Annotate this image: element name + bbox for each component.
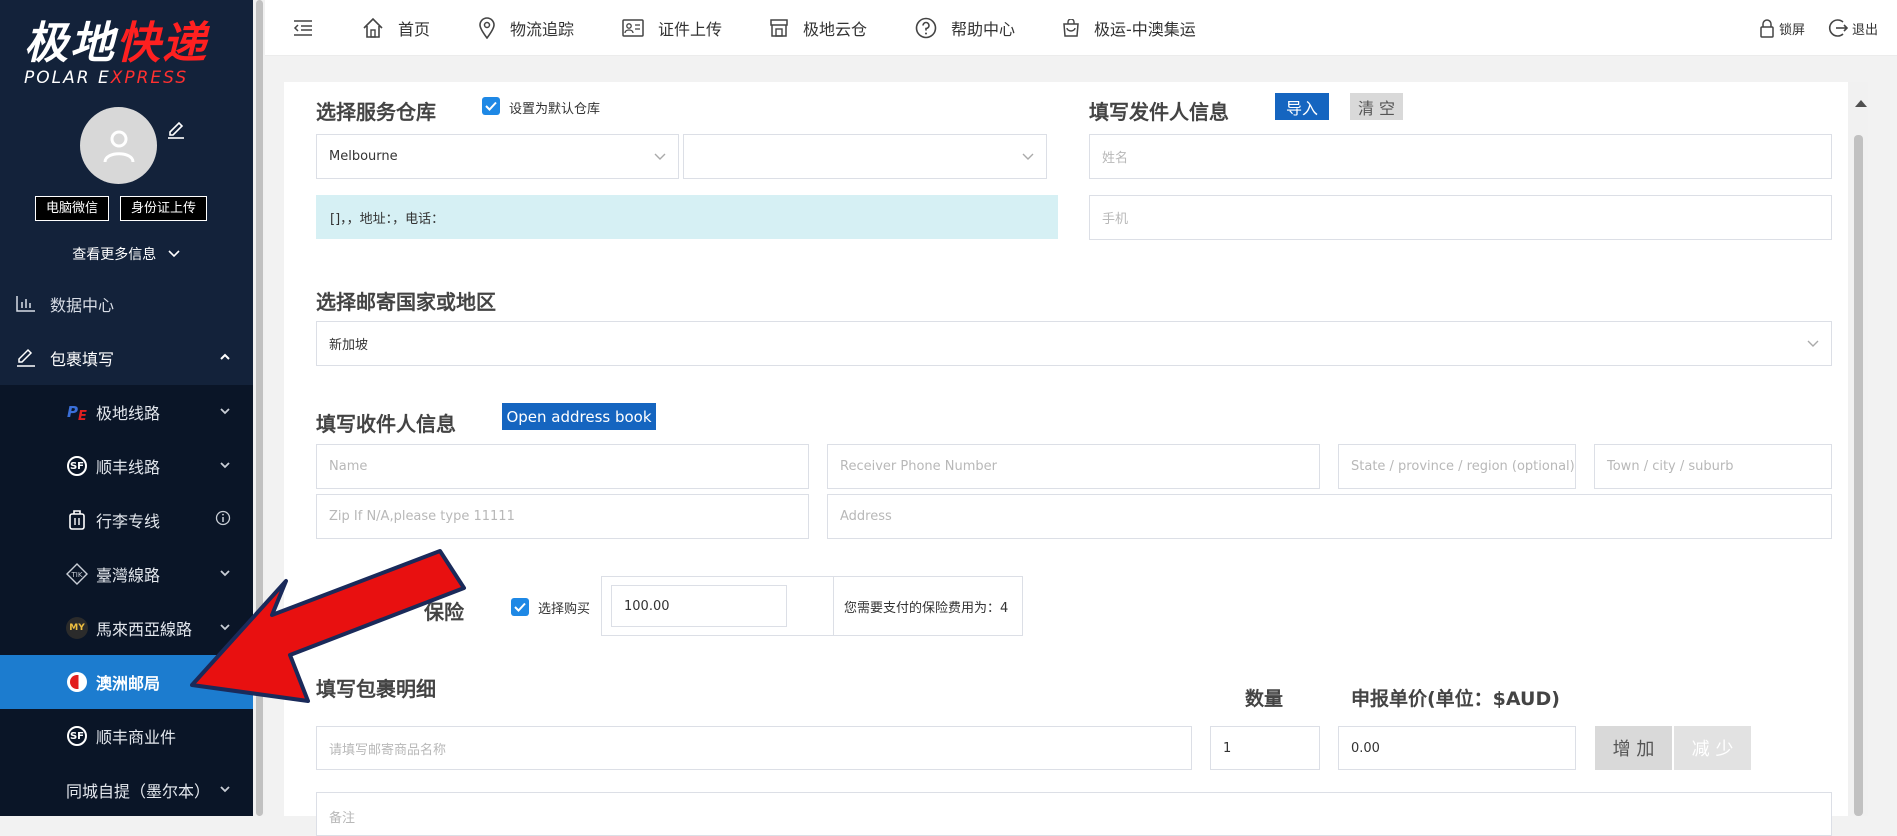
annotation-arrow: [190, 549, 466, 703]
